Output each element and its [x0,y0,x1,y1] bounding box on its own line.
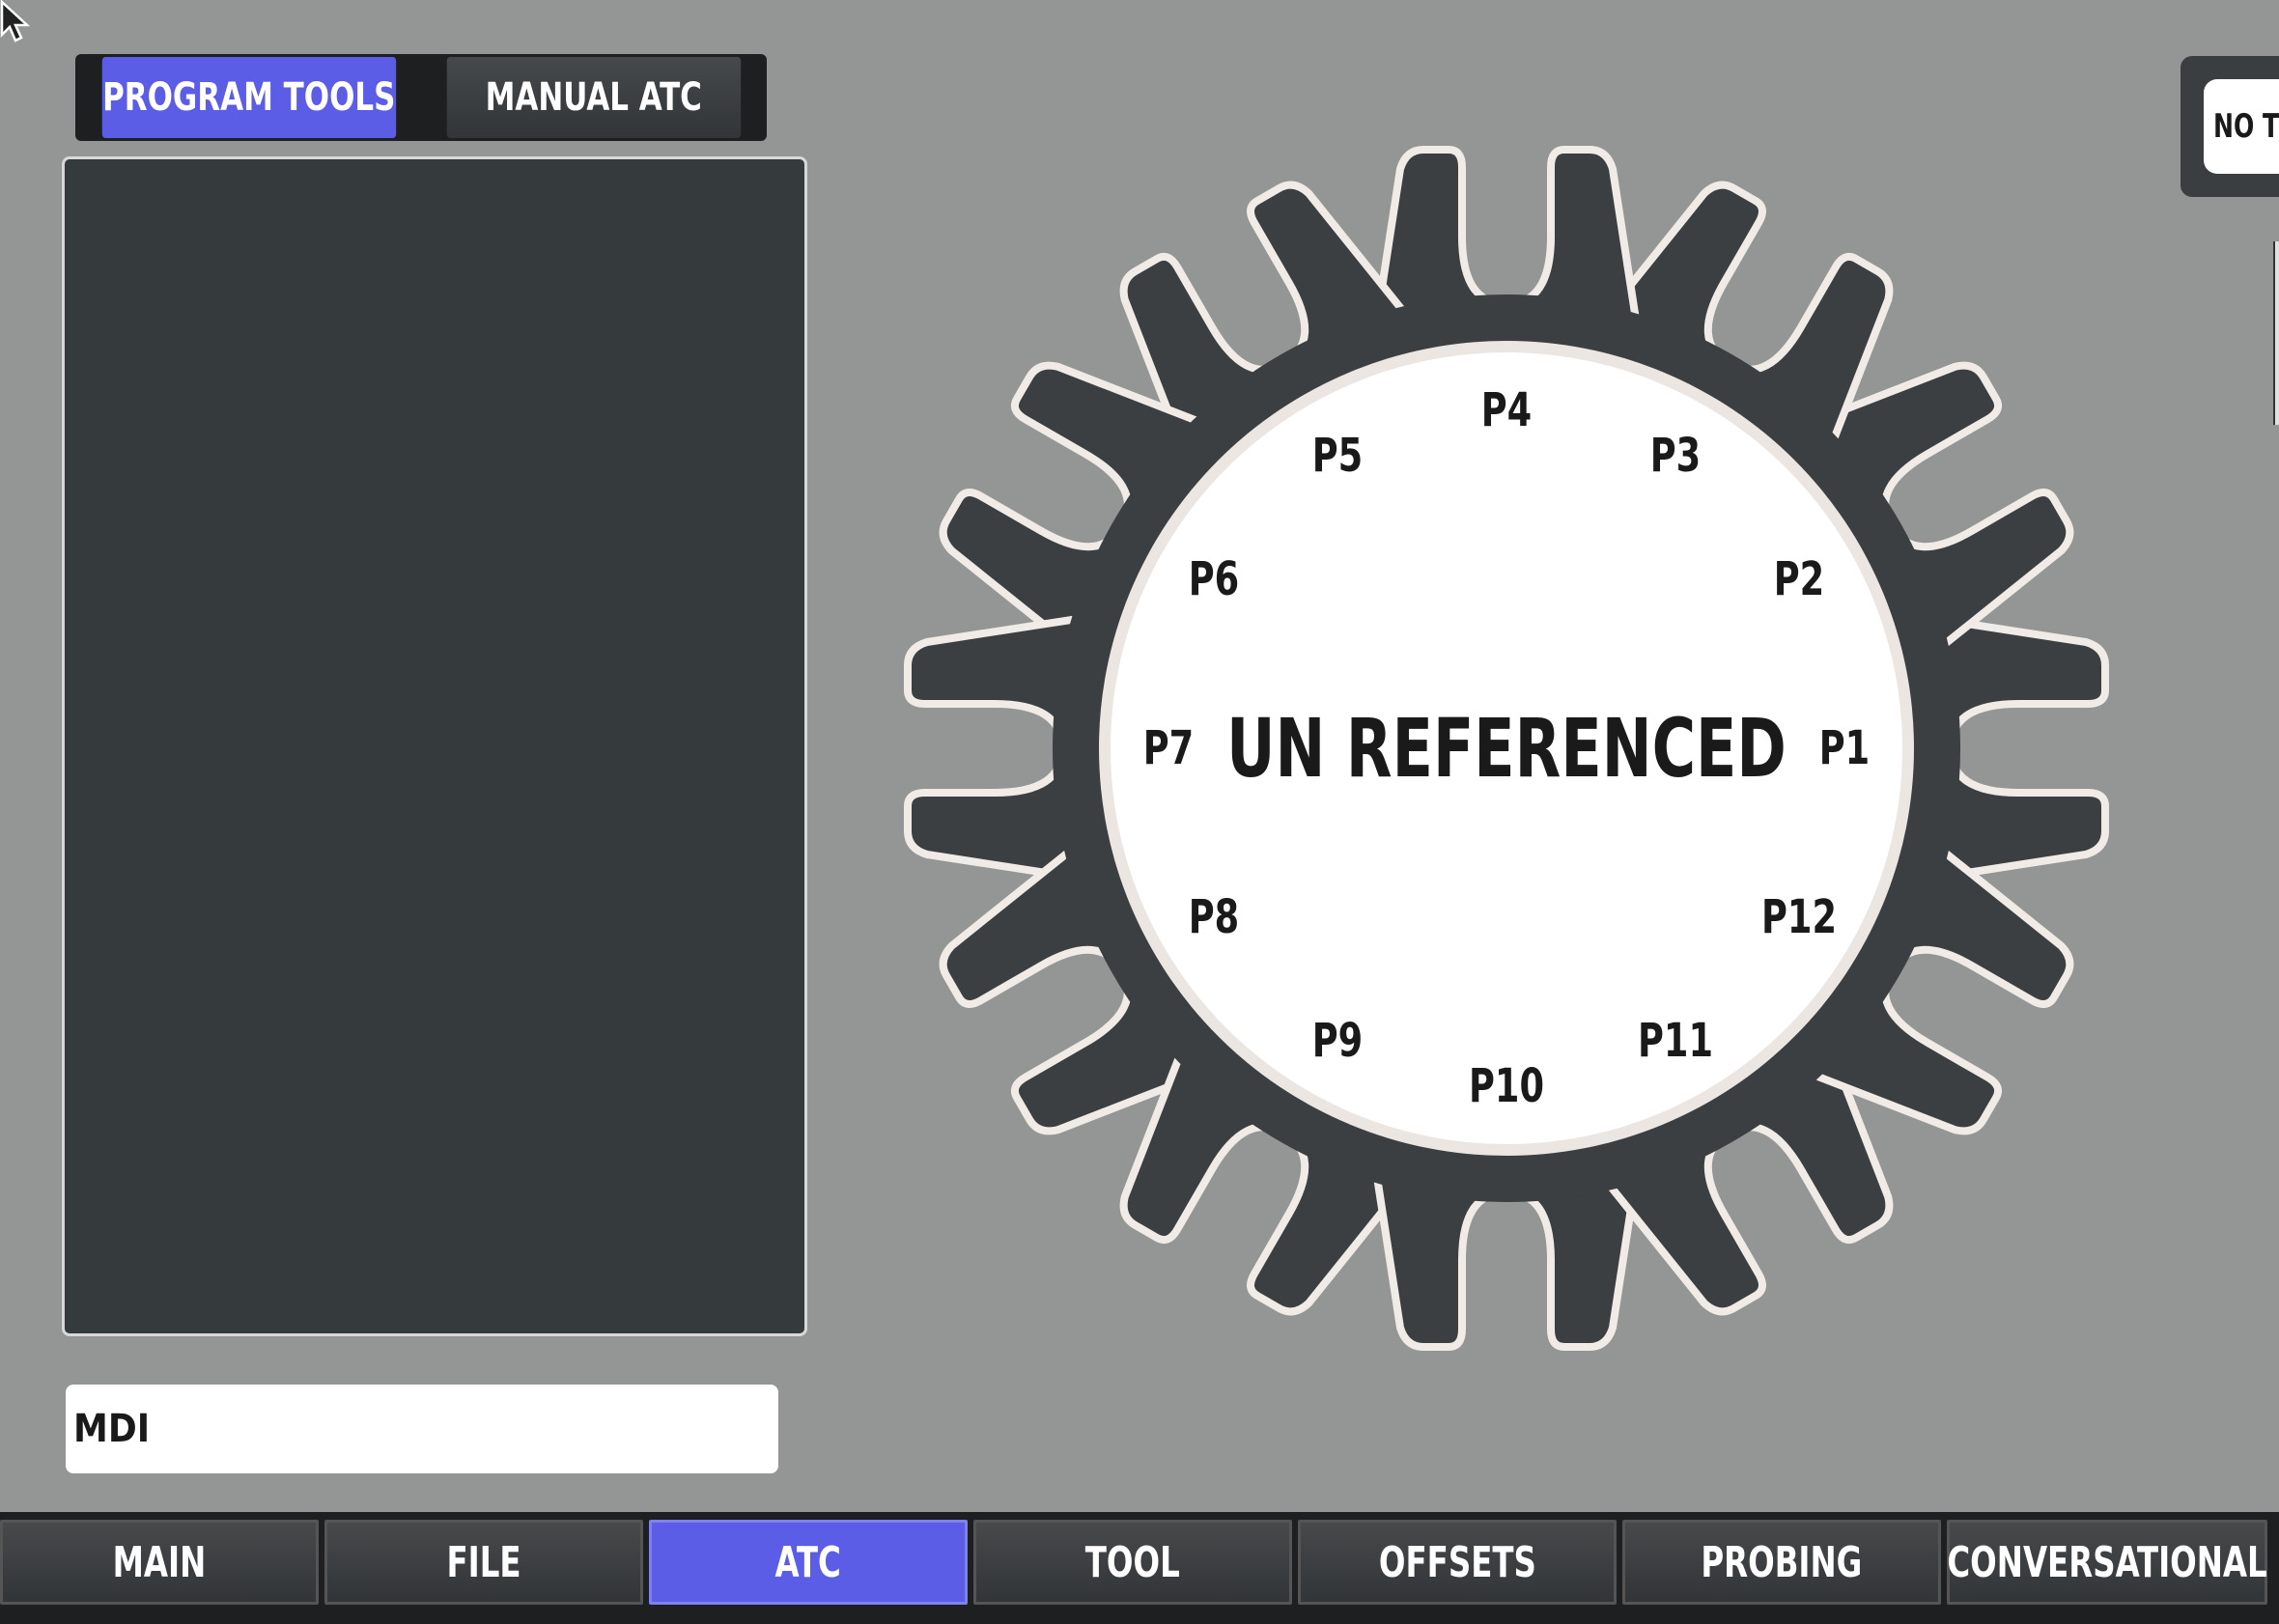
nav-tab-atc[interactable]: ATC [649,1520,968,1605]
pocket-label-p1: P1 [1818,721,1871,775]
pocket-label-p9: P9 [1311,1014,1364,1069]
nav-tab-main-label: MAIN [112,1537,207,1587]
nav-tab-conversational-label: CONVERSATIONAL [1947,1537,2267,1587]
nav-tab-tool-label: TOOL [1084,1537,1181,1587]
tab-program-tools-label: PROGRAM TOOLS [102,75,396,120]
tab-manual-atc-label: MANUAL ATC [485,75,702,120]
nav-tab-probing-label: PROBING [1701,1537,1863,1587]
nav-tab-conversational[interactable]: CONVERSATIONAL [1947,1520,2267,1605]
pocket-label-p11: P11 [1638,1014,1713,1069]
tool-status-text: NO TOOL [2213,107,2279,146]
nav-tab-file[interactable]: FILE [324,1520,643,1605]
pocket-label-p6: P6 [1188,552,1240,606]
nav-tab-offsets[interactable]: OFFSETS [1298,1520,1617,1605]
nav-tab-main[interactable]: MAIN [0,1520,319,1605]
pocket-label-p12: P12 [1761,890,1838,944]
nav-tab-offsets-label: OFFSETS [1378,1537,1536,1587]
tool-status-display: NO TOOL [2204,79,2279,174]
pocket-label-p4: P4 [1480,383,1533,437]
pocket-label-p7: P7 [1142,721,1195,775]
nav-tab-atc-label: ATC [774,1537,842,1587]
mouse-pointer-icon [0,0,31,42]
atc-mode-tabs: PROGRAM TOOLS MANUAL ATC [75,54,767,141]
tab-manual-atc[interactable]: MANUAL ATC [446,57,741,138]
mdi-input[interactable] [66,1385,778,1473]
pocket-label-p3: P3 [1649,428,1702,483]
tab-program-tools[interactable]: PROGRAM TOOLS [101,57,396,138]
carousel-status-text: UN REFERENCED [1226,701,1787,796]
pocket-label-p8: P8 [1188,890,1240,944]
nav-tab-tool[interactable]: TOOL [973,1520,1292,1605]
pocket-label-p2: P2 [1773,552,1825,606]
program-tools-list[interactable] [62,156,807,1336]
nav-tab-probing[interactable]: PROBING [1622,1520,1941,1605]
bottom-nav-tabs: MAIN FILE ATC TOOL OFFSETS PROBING CONVE… [0,1520,2273,1605]
side-panel-edge [2273,241,2279,425]
pocket-label-p5: P5 [1311,428,1364,483]
nav-tab-file-label: FILE [446,1537,521,1587]
pocket-label-p10: P10 [1469,1059,1544,1113]
